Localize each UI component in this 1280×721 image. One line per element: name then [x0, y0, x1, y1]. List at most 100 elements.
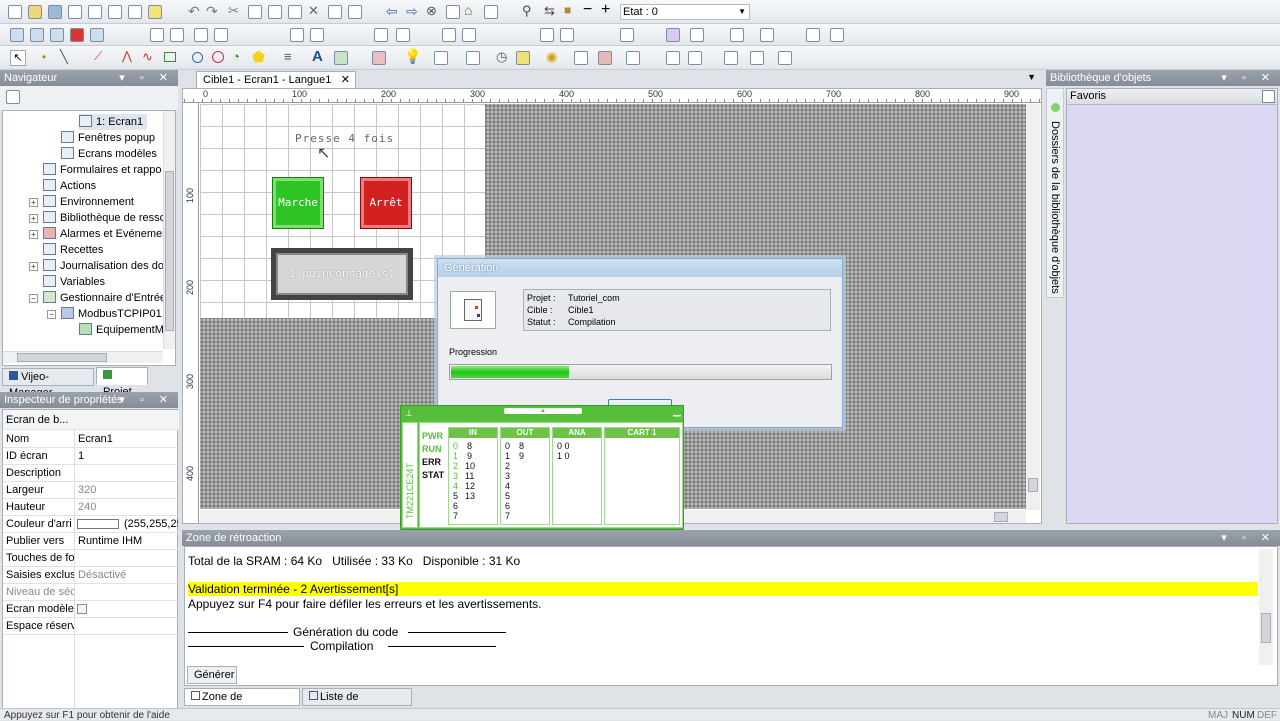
navigator-vscroll[interactable]	[163, 111, 175, 349]
layout-icon-3[interactable]	[50, 28, 64, 42]
trend-icon[interactable]	[626, 51, 640, 65]
lock-icon[interactable]: ■	[564, 3, 571, 17]
line-icon[interactable]: ╲	[60, 49, 68, 65]
navigator-hscroll[interactable]	[3, 351, 163, 363]
pentagon-icon[interactable]: ⬟	[252, 48, 265, 66]
align-icon-4[interactable]	[214, 28, 228, 42]
editor-vscroll-thumb[interactable]	[1028, 478, 1038, 492]
align-icon-19[interactable]	[830, 28, 844, 42]
feedback-vscroll-thumb[interactable]	[1261, 613, 1271, 643]
align-icon-13[interactable]	[620, 28, 634, 42]
favoris-expand-icon[interactable]	[1262, 90, 1275, 103]
feedback-vscroll[interactable]	[1259, 549, 1273, 665]
delete-icon[interactable]	[288, 5, 302, 19]
align-icon-7[interactable]	[374, 28, 388, 42]
tree-item-journalisation[interactable]: Journalisation des do	[43, 258, 164, 274]
redo-icon[interactable]: ↷	[206, 3, 218, 20]
expand-journalisation[interactable]: +	[29, 262, 38, 271]
color-swatch[interactable]	[77, 519, 119, 529]
align-icon-10[interactable]	[462, 28, 476, 42]
undo-icon[interactable]: ↶	[188, 3, 200, 20]
align-icon-5[interactable]	[290, 28, 304, 42]
stop-icon[interactable]: ⊗	[426, 3, 437, 19]
scroll-thumb[interactable]	[165, 171, 174, 331]
polygon-icon[interactable]: ⋀	[122, 49, 132, 63]
refresh-icon[interactable]	[446, 5, 460, 19]
library-controls[interactable]: ▾ ▫ ✕	[1221, 72, 1276, 84]
counter-display[interactable]: 1 poinçonnage(s)	[271, 248, 413, 300]
align-icon-1[interactable]	[150, 28, 164, 42]
plc-pin-icon[interactable]: ⊥	[405, 408, 413, 419]
object-icon[interactable]	[70, 28, 84, 42]
prop-row-publier[interactable]: Publier vers Runtime IHM	[3, 533, 179, 550]
lamp-icon[interactable]: 💡	[404, 48, 421, 65]
pane-controls[interactable]: ▾ ▫ ✕	[119, 72, 174, 84]
align-icon-9[interactable]	[442, 28, 456, 42]
curve-icon[interactable]: ∿	[142, 49, 153, 65]
text-icon[interactable]: A	[312, 48, 323, 65]
tree-item-gestionnaire[interactable]: Gestionnaire d'Entrée	[43, 290, 166, 306]
validate-icon[interactable]	[68, 5, 82, 19]
align-icon-2[interactable]	[170, 28, 184, 42]
prop-row-espace[interactable]: Espace réservé	[3, 618, 179, 635]
etat-dropdown[interactable]: Etat : 0 ▼	[620, 4, 750, 20]
home-icon[interactable]: ⌂	[464, 2, 472, 18]
library-sidetab[interactable]: Dossiers de la bibliothèque d'objets	[1046, 88, 1064, 298]
print-icon[interactable]	[348, 5, 362, 19]
prop-row-couleur[interactable]: Couleur d'arri (255,255,25	[3, 516, 179, 533]
build-icon[interactable]	[108, 5, 122, 19]
bar-graph-icon[interactable]	[516, 51, 530, 65]
tab-liste-graphiques[interactable]: Liste de graphiques	[302, 688, 412, 719]
tree-item-modeles[interactable]: Ecrans modèles	[61, 146, 157, 162]
open-folder-icon[interactable]	[28, 5, 42, 19]
prop-row-largeur[interactable]: Largeur 320	[3, 482, 179, 499]
align-icon-11[interactable]	[540, 28, 554, 42]
align-icon-14[interactable]	[666, 28, 680, 42]
connect-icon[interactable]: ⇆	[544, 3, 555, 19]
recipe-icon[interactable]	[688, 51, 702, 65]
navigator-tool-icon[interactable]	[6, 90, 20, 104]
switch-icon[interactable]	[598, 51, 612, 65]
prop-row-saisies[interactable]: Saisies exclusi Désactivé	[3, 567, 179, 584]
find-icon[interactable]	[328, 5, 342, 19]
window-icon[interactable]	[90, 28, 104, 42]
grid-icon[interactable]	[750, 51, 764, 65]
align-icon-8[interactable]	[396, 28, 410, 42]
plc-collapse-handle[interactable]: ▲	[504, 408, 582, 414]
tree-item-variables[interactable]: Variables	[43, 274, 105, 290]
tree-item-environnement[interactable]: Environnement	[43, 194, 134, 210]
editor-vscroll[interactable]	[1026, 104, 1040, 510]
zoom-icon[interactable]	[724, 51, 738, 65]
numeric-icon[interactable]	[434, 51, 448, 65]
polyline-icon[interactable]: ⟋	[94, 49, 102, 64]
prop-row-niveau[interactable]: Niveau de séc	[3, 584, 179, 601]
marche-button[interactable]: Marche	[273, 178, 323, 228]
simulate-icon[interactable]	[148, 5, 162, 19]
ellipse-icon[interactable]	[212, 51, 224, 63]
favoris-header[interactable]: Favoris	[1067, 89, 1277, 105]
tree-item-modbus[interactable]: ModbusTCPIP01	[61, 306, 162, 322]
pie-icon[interactable]: ◔	[232, 49, 240, 64]
tree-item-recettes[interactable]: Recettes	[43, 242, 103, 258]
cut-icon[interactable]: ✂	[228, 3, 239, 19]
inspector-controls[interactable]: ▾ ▫ ✕	[119, 394, 174, 406]
network-icon[interactable]: ⚲	[522, 3, 532, 19]
prop-row-hauteur[interactable]: Hauteur 240	[3, 499, 179, 516]
download-icon[interactable]	[128, 5, 142, 19]
plc-widget[interactable]: ⊥ ▲ ▁ TM221CE24T PWR RUN ERR STAT IN 0 1…	[400, 405, 684, 530]
prop-row-id[interactable]: ID écran 1	[3, 448, 179, 465]
prop-row-description[interactable]: Description	[3, 465, 179, 482]
layout-icon-1[interactable]	[10, 28, 24, 42]
align-icon-3[interactable]	[194, 28, 208, 42]
point-icon[interactable]: •	[42, 50, 46, 64]
plus-icon[interactable]: +	[601, 1, 610, 19]
plc-minimize-icon[interactable]: ▁	[673, 406, 681, 417]
align-icon-6[interactable]	[310, 28, 324, 42]
copy-icon[interactable]	[248, 5, 262, 19]
rectangle-icon[interactable]	[164, 52, 176, 62]
align-icon-17[interactable]	[760, 28, 774, 42]
lines-icon[interactable]: ≡	[284, 49, 292, 64]
collapse-gestionnaire[interactable]: −	[29, 294, 38, 303]
arret-button[interactable]: Arrêt	[361, 178, 411, 228]
editor-dropdown-icon[interactable]: ▼	[1027, 72, 1036, 82]
